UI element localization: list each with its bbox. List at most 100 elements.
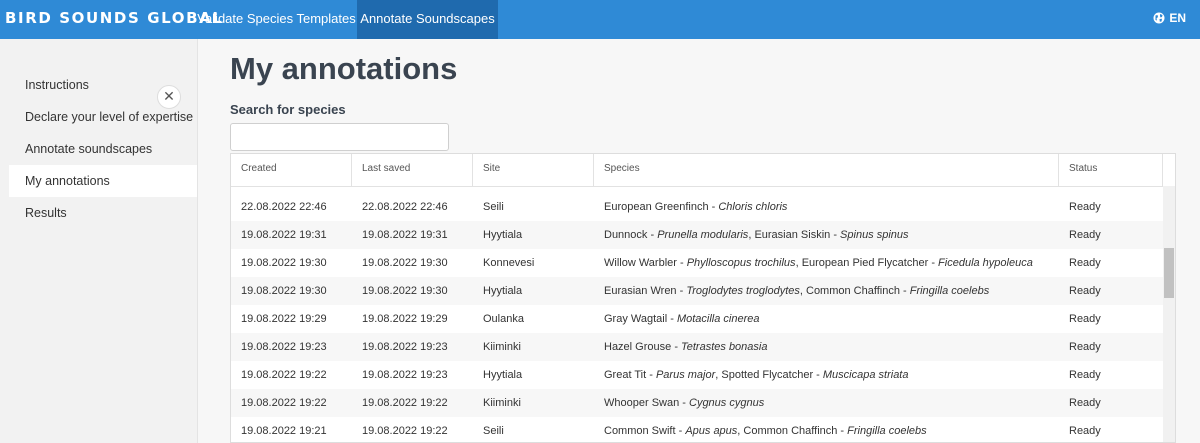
created-cell: 19.08.2022 19:22 bbox=[241, 369, 327, 381]
table-row[interactable]: 19.08.2022 19:31 19.08.2022 19:31 Hyytiala… bbox=[231, 221, 1163, 249]
table-row[interactable]: 19.08.2022 19:23 19.08.2022 19:23 Kiiminki… bbox=[231, 333, 1163, 361]
species-scientific-name: Motacilla cinerea bbox=[676, 313, 760, 325]
table-row[interactable]: 19.08.2022 19:30 19.08.2022 19:30 Hyytiala… bbox=[231, 277, 1163, 305]
column-header-site[interactable]: Site bbox=[473, 154, 594, 186]
created-cell: 19.08.2022 19:29 bbox=[241, 313, 327, 325]
column-header-status[interactable]: Status bbox=[1059, 154, 1163, 186]
created-cell: 22.08.2022 22:46 bbox=[241, 201, 327, 213]
last-saved-cell: 19.08.2022 19:30 bbox=[362, 257, 448, 269]
species-common-name: Whooper Swan bbox=[604, 397, 680, 409]
table-body: 22.08.2022 22:46 22.08.2022 22:46 Seili Eur… bbox=[231, 193, 1163, 442]
species-common-name: Common Swift bbox=[604, 425, 676, 437]
species-scientific-name: Cygnus cygnus bbox=[689, 397, 765, 409]
species-common-name: Common Chaffinch bbox=[806, 285, 900, 297]
last-saved-cell: 19.08.2022 19:22 bbox=[362, 397, 448, 409]
created-cell: 19.08.2022 19:30 bbox=[241, 285, 327, 297]
site-cell: Hyytiala bbox=[483, 369, 523, 381]
table-scrollbar[interactable] bbox=[1163, 186, 1175, 442]
species-common-name: Gray Wagtail bbox=[604, 313, 668, 325]
created-cell: 19.08.2022 19:23 bbox=[241, 341, 327, 353]
species-common-name: Eurasian Siskin bbox=[754, 229, 831, 241]
globe-icon bbox=[1153, 12, 1165, 24]
table-row[interactable]: 19.08.2022 19:21 19.08.2022 19:22 Seili Com… bbox=[231, 417, 1163, 442]
language-selector[interactable]: EN bbox=[1153, 0, 1186, 39]
species-cell: Great Tit - Parus major, Spotted Flycatc… bbox=[604, 369, 909, 381]
last-saved-cell: 19.08.2022 19:23 bbox=[362, 341, 448, 353]
site-cell: Kiiminki bbox=[483, 397, 521, 409]
language-label: EN bbox=[1169, 11, 1186, 25]
top-navbar: BIRD SOUNDS GLOBAL Validate Species Temp… bbox=[0, 0, 1200, 39]
species-search-input[interactable] bbox=[230, 123, 449, 151]
brand-logo[interactable]: BIRD SOUNDS GLOBAL bbox=[5, 0, 224, 39]
tab-validate-species-templates[interactable]: Validate Species Templates bbox=[196, 0, 357, 39]
main-content: My annotations Search for species Create… bbox=[197, 39, 1200, 443]
table-row[interactable]: 19.08.2022 19:29 19.08.2022 19:29 Oulanka G… bbox=[231, 305, 1163, 333]
species-common-name: Hazel Grouse bbox=[604, 341, 672, 353]
species-common-name: European Pied Flycatcher bbox=[801, 257, 929, 269]
table-row[interactable]: 19.08.2022 19:22 19.08.2022 19:22 Kiiminki… bbox=[231, 389, 1163, 417]
species-cell: Whooper Swan - Cygnus cygnus bbox=[604, 397, 765, 409]
species-cell: Gray Wagtail - Motacilla cinerea bbox=[604, 313, 760, 325]
status-cell: Ready bbox=[1069, 341, 1101, 353]
tab-annotate-soundscapes[interactable]: Annotate Soundscapes bbox=[357, 0, 498, 39]
sidebar-item-annotate-soundscapes[interactable]: Annotate soundscapes bbox=[0, 133, 197, 165]
sidebar-item-declare-expertise[interactable]: Declare your level of expertise bbox=[0, 101, 197, 133]
species-scientific-name: Fringilla coelebs bbox=[909, 285, 990, 297]
status-cell: Ready bbox=[1069, 369, 1101, 381]
site-cell: Seili bbox=[483, 201, 504, 213]
table-row[interactable]: 19.08.2022 19:30 19.08.2022 19:30 Konneves… bbox=[231, 249, 1163, 277]
species-scientific-name: Ficedula hypoleuca bbox=[938, 257, 1033, 269]
sidebar: ✕ Instructions Declare your level of exp… bbox=[0, 39, 197, 443]
table-row[interactable]: 22.08.2022 22:46 22.08.2022 22:46 Seili Eur… bbox=[231, 193, 1163, 221]
species-scientific-name: Prunella modularis bbox=[657, 229, 749, 241]
last-saved-cell: 19.08.2022 19:23 bbox=[362, 369, 448, 381]
created-cell: 19.08.2022 19:22 bbox=[241, 397, 327, 409]
site-cell: Kiiminki bbox=[483, 341, 521, 353]
species-common-name: Dunnock bbox=[604, 229, 648, 241]
species-common-name: Willow Warbler bbox=[604, 257, 677, 269]
site-cell: Oulanka bbox=[483, 313, 524, 325]
column-header-last-saved[interactable]: Last saved bbox=[352, 154, 473, 186]
species-scientific-name: Parus major bbox=[655, 369, 716, 381]
last-saved-cell: 19.08.2022 19:31 bbox=[362, 229, 448, 241]
scrollbar-thumb[interactable] bbox=[1164, 248, 1174, 298]
species-scientific-name: Spinus spinus bbox=[840, 229, 909, 241]
sidebar-item-results[interactable]: Results bbox=[0, 197, 197, 229]
species-scientific-name: Apus apus bbox=[685, 425, 738, 437]
last-saved-cell: 19.08.2022 19:29 bbox=[362, 313, 448, 325]
sidebar-item-instructions[interactable]: Instructions bbox=[0, 69, 197, 101]
site-cell: Hyytiala bbox=[483, 229, 523, 241]
page-title: My annotations bbox=[230, 51, 458, 86]
last-saved-cell: 22.08.2022 22:46 bbox=[362, 201, 448, 213]
species-scientific-name: Chloris chloris bbox=[718, 201, 788, 213]
search-label: Search for species bbox=[230, 102, 346, 117]
column-header-created[interactable]: Created bbox=[231, 154, 352, 186]
species-common-name: European Greenfinch bbox=[604, 201, 709, 213]
site-cell: Seili bbox=[483, 425, 504, 437]
species-scientific-name: Muscicapa striata bbox=[822, 369, 909, 381]
species-common-name: Eurasian Wren bbox=[604, 285, 677, 297]
last-saved-cell: 19.08.2022 19:30 bbox=[362, 285, 448, 297]
column-header-species[interactable]: Species bbox=[594, 154, 1059, 186]
species-common-name: Great Tit bbox=[604, 369, 647, 381]
status-cell: Ready bbox=[1069, 425, 1101, 437]
species-common-name: Spotted Flycatcher bbox=[721, 369, 814, 381]
created-cell: 19.08.2022 19:21 bbox=[241, 425, 327, 437]
species-cell: European Greenfinch - Chloris chloris bbox=[604, 201, 788, 213]
species-cell: Common Swift - Apus apus, Common Chaffin… bbox=[604, 425, 927, 437]
species-scientific-name: Fringilla coelebs bbox=[847, 425, 927, 437]
species-scientific-name: Phylloscopus trochilus bbox=[686, 257, 796, 269]
sidebar-item-my-annotations[interactable]: My annotations bbox=[9, 165, 197, 197]
annotations-table: Created Last saved Site Species Status 2… bbox=[230, 153, 1176, 443]
species-common-name: Common Chaffinch bbox=[743, 425, 838, 437]
status-cell: Ready bbox=[1069, 257, 1101, 269]
species-scientific-name: Tetrastes bonasia bbox=[681, 341, 768, 353]
site-cell: Hyytiala bbox=[483, 285, 523, 297]
status-cell: Ready bbox=[1069, 397, 1101, 409]
status-cell: Ready bbox=[1069, 201, 1101, 213]
species-cell: Willow Warbler - Phylloscopus trochilus,… bbox=[604, 257, 1033, 269]
status-cell: Ready bbox=[1069, 285, 1101, 297]
table-row[interactable]: 19.08.2022 19:22 19.08.2022 19:23 Hyytiala… bbox=[231, 361, 1163, 389]
species-cell: Eurasian Wren - Troglodytes troglodytes,… bbox=[604, 285, 990, 297]
status-cell: Ready bbox=[1069, 229, 1101, 241]
